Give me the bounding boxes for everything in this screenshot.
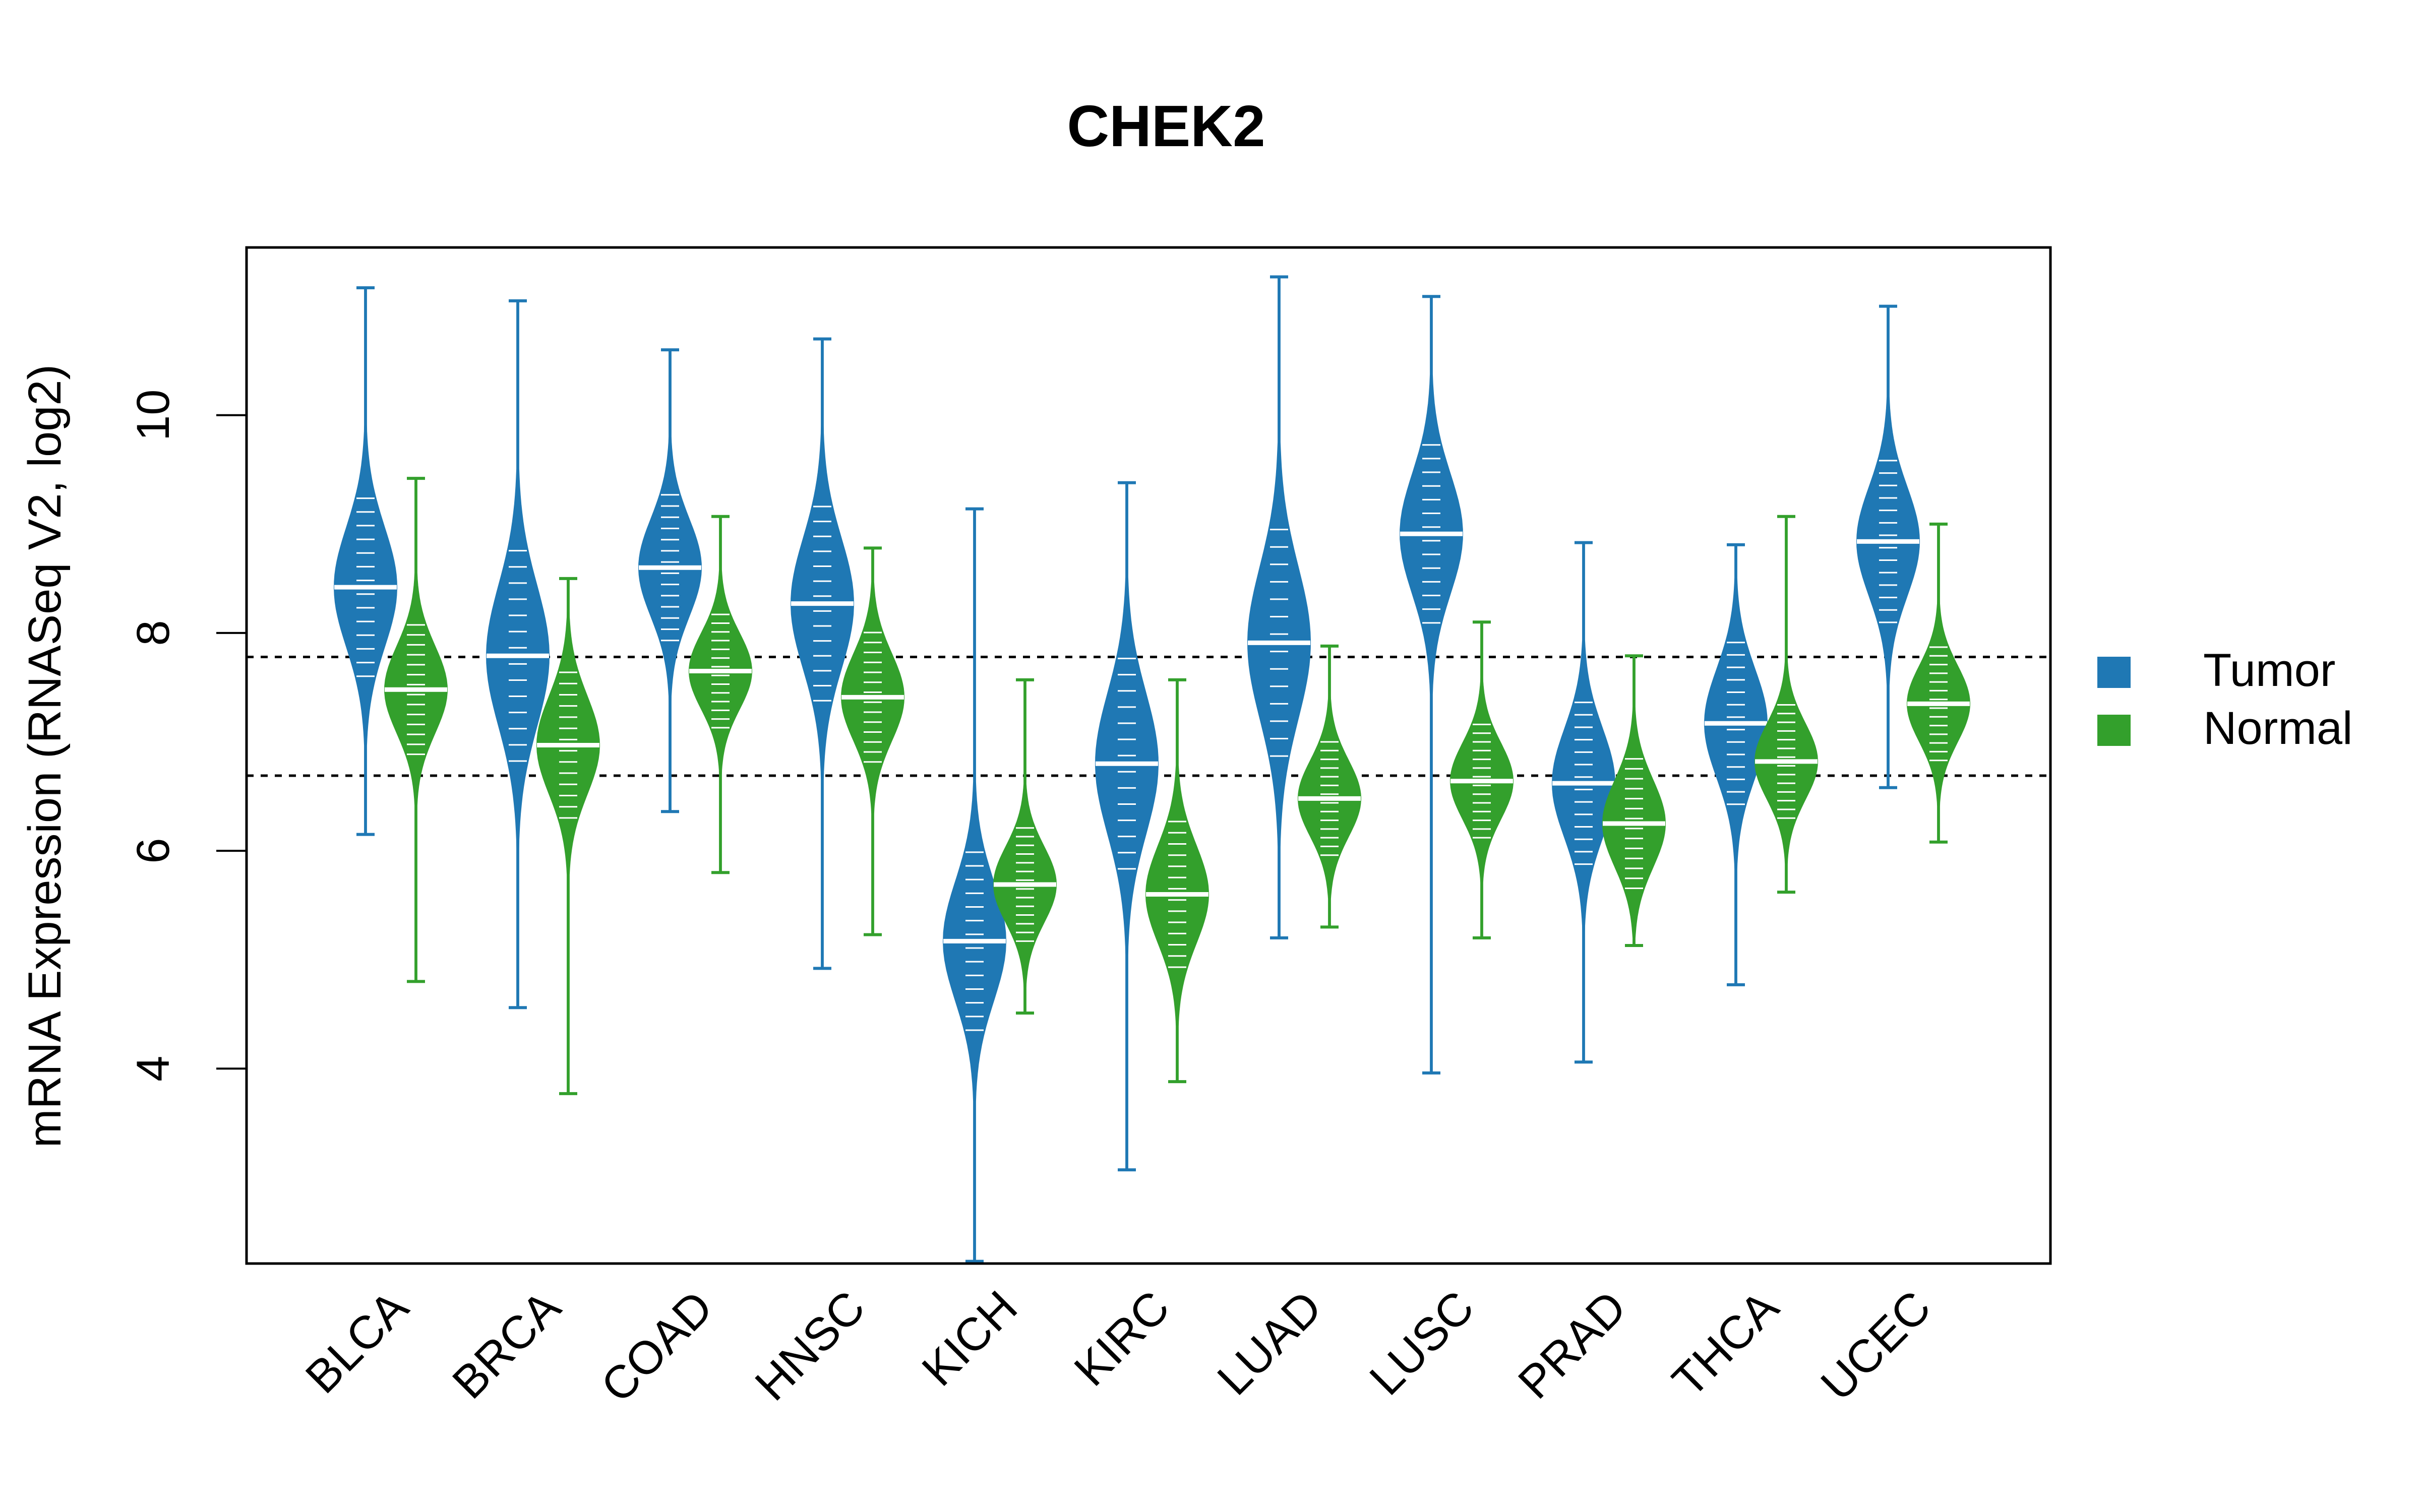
bean-tumor-coad — [638, 348, 702, 813]
chart-title: CHEK2 — [1067, 93, 1265, 159]
y-axis: 4 6 8 10 — [128, 390, 248, 1082]
bean-normal-prad — [1602, 654, 1666, 948]
bean-normal-lusc — [1449, 620, 1514, 939]
bean-shape — [1297, 645, 1362, 928]
legend-label-normal: Normal — [2203, 703, 2352, 754]
bean-shape — [1095, 482, 1159, 1171]
bean-shape — [1906, 523, 1971, 843]
bean-tumor-blca — [333, 286, 398, 836]
bean-shape — [333, 287, 398, 835]
y-axis-label: mRNA Expression (RNASeq V2, log2) — [19, 364, 71, 1148]
bean-shape — [1400, 296, 1463, 1074]
bean-shape — [384, 478, 448, 982]
bean-tumor-brca — [486, 299, 550, 1010]
y-tick-label: 10 — [128, 390, 179, 441]
bean-tumor-lusc — [1400, 295, 1463, 1075]
x-tick-label-ucec: UCEC — [1811, 1281, 1941, 1410]
bean-shape — [791, 338, 854, 969]
x-tick-label-coad: COAD — [591, 1281, 722, 1412]
x-tick-label-thca: THCA — [1663, 1281, 1789, 1407]
bean-shape — [1602, 655, 1666, 947]
x-tick-label-lusc: LUSC — [1360, 1281, 1484, 1405]
x-tick-label-brca: BRCA — [443, 1281, 570, 1409]
bean-normal-blca — [384, 477, 448, 983]
x-tick-label-luad: LUAD — [1207, 1281, 1332, 1405]
plot-area — [247, 275, 2050, 1263]
bean-shape — [1247, 276, 1311, 938]
beanplot-chart: CHEK2 4 6 8 10 BLCA BRCA COAD HNSC KICH KIRC LUAD… — [19, 93, 2352, 1413]
bean-shape — [638, 349, 702, 812]
x-axis: BLCA BRCA COAD HNSC KICH KIRC LUAD LUSC PRAD THCA… — [296, 1281, 1941, 1413]
bean-tumor-prad — [1551, 541, 1616, 1064]
y-tick-label: 6 — [128, 838, 179, 863]
legend-label-tumor: Tumor — [2203, 645, 2335, 696]
y-tick-label: 8 — [128, 620, 179, 646]
bean-normal-ucec — [1906, 522, 1971, 844]
x-tick-label-prad: PRAD — [1508, 1281, 1636, 1409]
bean-tumor-kirc — [1095, 481, 1159, 1172]
bean-normal-luad — [1297, 644, 1362, 929]
x-tick-label-blca: BLCA — [296, 1281, 418, 1404]
legend-swatch-tumor — [2097, 657, 2131, 688]
bean-tumor-luad — [1247, 275, 1311, 939]
x-tick-label-kich: KICH — [913, 1281, 1027, 1396]
x-tick-label-kirc: KIRC — [1065, 1281, 1180, 1396]
y-tick-label: 4 — [128, 1056, 179, 1082]
legend: Tumor Normal — [2097, 645, 2352, 754]
x-tick-label-hnsc: HNSC — [746, 1281, 875, 1410]
bean-tumor-hnsc — [791, 337, 854, 970]
legend-swatch-normal — [2097, 715, 2131, 746]
